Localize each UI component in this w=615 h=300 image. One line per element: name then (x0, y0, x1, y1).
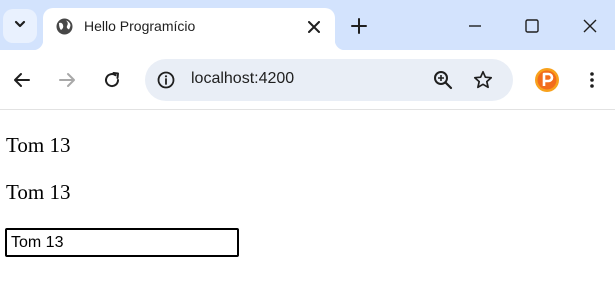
extension-icon[interactable] (534, 67, 560, 93)
plus-icon[interactable] (347, 14, 371, 38)
active-tab[interactable]: Hello Programício (33, 8, 345, 50)
close-icon[interactable] (304, 17, 324, 37)
reload-icon[interactable] (99, 67, 125, 93)
star-icon[interactable] (472, 69, 494, 91)
name-display-1: Tom 13 (6, 133, 71, 157)
page-content: Tom 13 Tom 13 (0, 111, 615, 300)
name-display-2: Tom 13 (6, 180, 71, 204)
tab-search-button[interactable] (3, 9, 37, 43)
minimize-icon[interactable] (461, 12, 489, 40)
window-close-icon[interactable] (576, 12, 604, 40)
chevron-down-icon (13, 17, 27, 36)
globe-icon (56, 18, 73, 35)
address-bar[interactable]: localhost:4200 (145, 59, 513, 101)
kebab-menu-icon[interactable] (582, 67, 602, 93)
site-info-icon[interactable] (155, 69, 177, 91)
browser-toolbar: localhost:4200 (0, 50, 615, 110)
maximize-icon[interactable] (518, 12, 546, 40)
name-input[interactable] (5, 228, 239, 257)
zoom-icon[interactable] (432, 69, 454, 91)
forward-arrow-icon[interactable] (54, 67, 80, 93)
tab-title: Hello Programício (84, 18, 196, 34)
back-arrow-icon[interactable] (9, 67, 35, 93)
tab-strip: Hello Programício (0, 0, 615, 50)
url-text[interactable]: localhost:4200 (191, 70, 294, 88)
